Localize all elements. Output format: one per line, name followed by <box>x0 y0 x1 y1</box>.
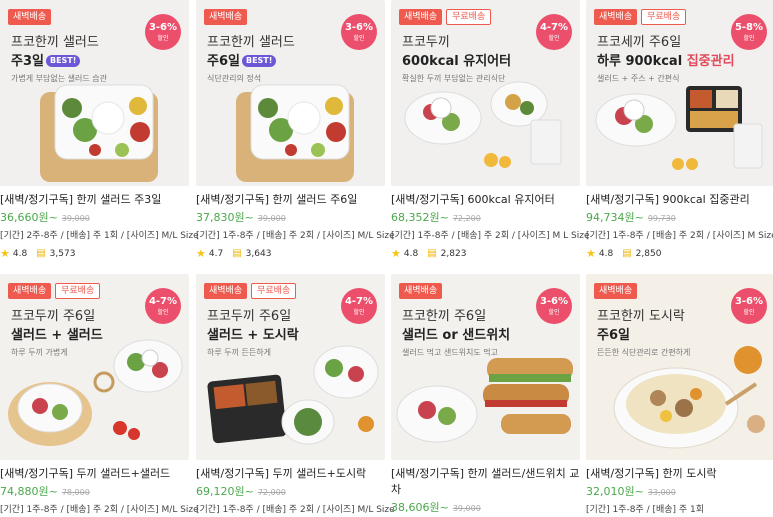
product-image[interactable]: 새벽배송 3-6% 할인 프코한끼 샐러드 주3일 BEST! 가볍게 부담없는 샐… <box>0 0 189 186</box>
rating-row: ★ 4.8 ▤ 2,850 <box>586 247 662 260</box>
product-spec: [기간] 1주-8주 / [배송] 주 1회 <box>586 505 705 515</box>
best-badge: BEST! <box>241 55 277 67</box>
product-title[interactable]: [새벽/정기구독] 한끼 샐러드 주6일 <box>196 192 385 208</box>
product-image[interactable]: 새벽배송 무료배송 5-8% 할인 프코세끼 주6일 하루 900kcal 집중관… <box>586 0 773 186</box>
dawn-delivery-badge: 새벽배송 <box>594 9 638 25</box>
star-icon: ★ <box>196 247 206 260</box>
product-title[interactable]: [새벽/정기구독] 한끼 샐러드 주3일 <box>0 192 189 208</box>
free-delivery-badge: 무료배송 <box>251 283 297 299</box>
promo-copy: 프코한끼 도시락 주6일 든든한 식단관리로 간편하게 <box>597 309 691 357</box>
product-grid: 새벽배송 3-6% 할인 프코한끼 샐러드 주3일 BEST! 가볍게 부담없는 샐… <box>0 0 773 516</box>
product-card[interactable]: 새벽배송 무료배송 5-8% 할인 프코세끼 주6일 하루 900kcal 집중관… <box>586 0 773 261</box>
product-spec: [기간] 2주-8주 / [배송] 주 1회 / [사이즈] M/L Size <box>0 231 199 241</box>
dawn-delivery-badge: 새벽배송 <box>204 9 248 25</box>
dawn-delivery-badge: 새벽배송 <box>594 283 638 299</box>
product-spec: [기간] 1주-8주 / [배송] 주 2회 / [사이즈] M/L Size <box>196 505 395 515</box>
product-title[interactable]: [새벽/정기구독] 한끼 샐러드/샌드위치 교차 <box>391 466 580 498</box>
product-price: 94,734원~ 99,730 <box>586 211 676 224</box>
product-image[interactable]: 새벽배송 3-6% 할인 프코한끼 샐러드 주6일 BEST! 식단관리의 정석 <box>196 0 385 186</box>
star-icon: ★ <box>391 247 401 260</box>
free-delivery-badge: 무료배송 <box>446 9 492 25</box>
star-icon: ★ <box>0 247 10 260</box>
discount-badge: 4-7% 할인 <box>341 288 377 324</box>
product-image[interactable]: 새벽배송 3-6% 할인 프코한끼 주6일 샐러드 or 샌드위치 샐러드 먹고 … <box>391 274 580 460</box>
promo-copy: 프코한끼 주6일 샐러드 or 샌드위치 샐러드 먹고 샌드위치도 먹고 <box>402 309 511 357</box>
product-title[interactable]: [새벽/정기구독] 600kcal 유지어터 <box>391 192 580 208</box>
product-image[interactable]: 새벽배송 무료배송 4-7% 할인 프코두끼 주6일 샐러드 + 도시락 하루 두… <box>196 274 385 460</box>
product-card[interactable]: 새벽배송 3-6% 할인 프코한끼 샐러드 주3일 BEST! 가볍게 부담없는 샐… <box>0 0 199 261</box>
product-image[interactable]: 새벽배송 3-6% 할인 프코한끼 도시락 주6일 든든한 식단관리로 간편하게 <box>586 274 773 460</box>
product-card[interactable]: 새벽배송 3-6% 할인 프코한끼 샐러드 주6일 BEST! 식단관리의 정석 [… <box>196 0 395 261</box>
dawn-delivery-badge: 새벽배송 <box>8 283 52 299</box>
product-card[interactable]: 새벽배송 3-6% 할인 프코한끼 주6일 샐러드 or 샌드위치 샐러드 먹고 … <box>391 274 580 516</box>
discount-badge: 3-6% 할인 <box>145 14 181 50</box>
product-title[interactable]: [새벽/정기구독] 900kcal 집중관리 <box>586 192 773 208</box>
product-card[interactable]: 새벽배송 무료배송 4-7% 할인 프코두끼 주6일 샐러드 + 도시락 하루 두… <box>196 274 395 517</box>
badge-group: 새벽배송 무료배송 <box>594 9 687 25</box>
best-badge: BEST! <box>45 55 81 67</box>
discount-badge: 4-7% 할인 <box>145 288 181 324</box>
badge-group: 새벽배송 <box>594 283 638 299</box>
product-spec: [기간] 1주-8주 / [배송] 주 2회 / [사이즈] M Size <box>586 231 773 241</box>
dawn-delivery-badge: 새벽배송 <box>399 283 443 299</box>
product-price: 32,010원~ 33,000 <box>586 485 676 498</box>
product-price: 36,660원~ 39,000 <box>0 211 90 224</box>
product-card[interactable]: 새벽배송 3-6% 할인 프코한끼 도시락 주6일 든든한 식단관리로 간편하게 … <box>586 274 773 517</box>
speech-bubble-icon: ▤ <box>232 248 242 259</box>
promo-copy: 프코두끼 주6일 샐러드 + 샐러드 하루 두끼 가볍게 <box>11 309 103 357</box>
discount-badge: 5-8% 할인 <box>731 14 767 50</box>
star-icon: ★ <box>586 247 596 260</box>
product-title[interactable]: [새벽/정기구독] 두끼 샐러드+도시락 <box>196 466 385 482</box>
speech-bubble-icon: ▤ <box>622 248 632 259</box>
product-price: 37,830원~ 39,000 <box>196 211 286 224</box>
promo-copy: 프코세끼 주6일 하루 900kcal 집중관리 샐러드 + 주스 + 간편식 <box>597 35 735 83</box>
badge-group: 새벽배송 <box>399 283 443 299</box>
rating-row: ★ 4.7 ▤ 3,643 <box>196 247 272 260</box>
badge-group: 새벽배송 무료배송 <box>204 283 297 299</box>
free-delivery-badge: 무료배송 <box>641 9 687 25</box>
discount-badge: 3-6% 할인 <box>341 14 377 50</box>
rating-row: ★ 4.8 ▤ 3,573 <box>0 247 76 260</box>
product-price: 38,606원~ 39,000 <box>391 501 481 514</box>
speech-bubble-icon: ▤ <box>36 248 46 259</box>
free-delivery-badge: 무료배송 <box>55 283 101 299</box>
dawn-delivery-badge: 새벽배송 <box>8 9 52 25</box>
product-price: 74,880원~ 78,000 <box>0 485 90 498</box>
badge-group: 새벽배송 무료배송 <box>8 283 101 299</box>
promo-copy: 프코두끼 600kcal 유지어터 확실한 두끼 부담없는 관리식단 <box>402 35 512 83</box>
discount-badge: 4-7% 할인 <box>536 14 572 50</box>
rating-row: ★ 4.8 ▤ 2,823 <box>391 247 467 260</box>
product-card[interactable]: 새벽배송 무료배송 4-7% 할인 프코두끼 600kcal 유지어터 확실한 두… <box>391 0 590 261</box>
product-card[interactable]: 새벽배송 무료배송 4-7% 할인 프코두끼 주6일 샐러드 + 샐러드 하루 두… <box>0 274 199 517</box>
badge-group: 새벽배송 <box>204 9 248 25</box>
product-spec: [기간] 1주-8주 / [배송] 주 2회 / [사이즈] M L Size <box>391 231 590 241</box>
promo-copy: 프코한끼 샐러드 주3일 BEST! 가볍게 부담없는 샐러드 습관 <box>11 35 107 83</box>
product-image[interactable]: 새벽배송 무료배송 4-7% 할인 프코두끼 주6일 샐러드 + 샐러드 하루 두… <box>0 274 189 460</box>
badge-group: 새벽배송 무료배송 <box>399 9 492 25</box>
product-image[interactable]: 새벽배송 무료배송 4-7% 할인 프코두끼 600kcal 유지어터 확실한 두… <box>391 0 580 186</box>
product-title[interactable]: [새벽/정기구독] 한끼 도시락 <box>586 466 773 482</box>
dawn-delivery-badge: 새벽배송 <box>204 283 248 299</box>
product-price: 69,120원~ 72,000 <box>196 485 286 498</box>
product-price: 68,352원~ 72,200 <box>391 211 481 224</box>
discount-badge: 3-6% 할인 <box>731 288 767 324</box>
dawn-delivery-badge: 새벽배송 <box>399 9 443 25</box>
promo-copy: 프코두끼 주6일 샐러드 + 도시락 하루 두끼 든든하게 <box>207 309 299 357</box>
product-spec: [기간] 1주-8주 / [배송] 주 2회 / [사이즈] M/L Size <box>196 231 395 241</box>
speech-bubble-icon: ▤ <box>427 248 437 259</box>
badge-group: 새벽배송 <box>8 9 52 25</box>
discount-badge: 3-6% 할인 <box>536 288 572 324</box>
promo-copy: 프코한끼 샐러드 주6일 BEST! 식단관리의 정석 <box>207 35 295 83</box>
product-title[interactable]: [새벽/정기구독] 두끼 샐러드+샐러드 <box>0 466 189 482</box>
product-spec: [기간] 1주-8주 / [배송] 주 2회 / [사이즈] M/L Size <box>0 505 199 515</box>
